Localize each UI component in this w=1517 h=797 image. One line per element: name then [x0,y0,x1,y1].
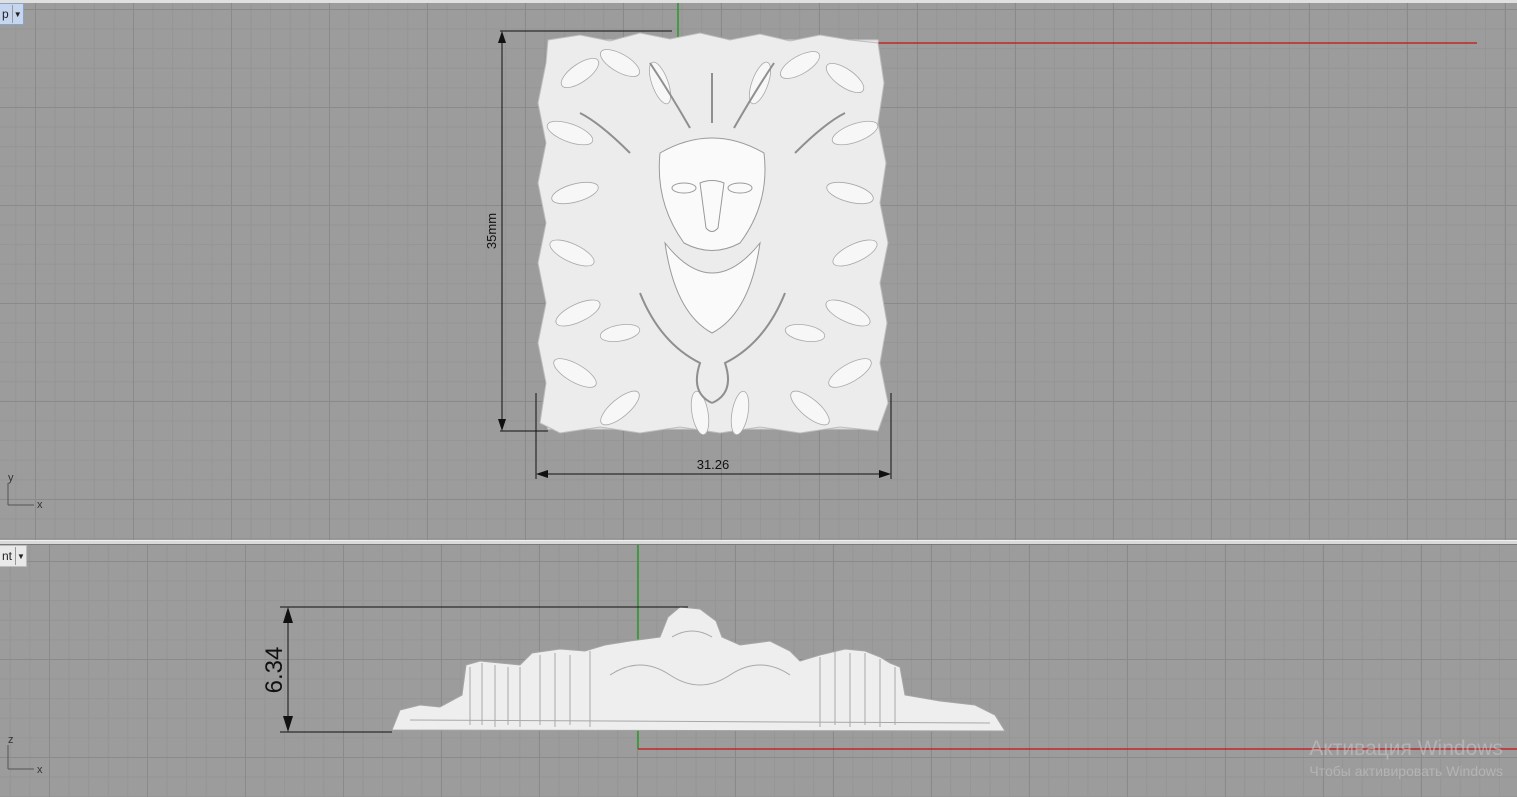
gizmo-y-label: y [8,472,14,484]
gizmo-x-label: x [37,499,43,511]
chevron-down-icon[interactable]: ▼ [15,547,26,565]
axis-gizmo-top: y x [7,472,43,511]
top-viewport[interactable]: 35mm 31.26 y x p ▼ [0,3,1517,540]
watermark-subtitle: Чтобы активировать Windows [1309,763,1503,779]
watermark-title: Активация Windows [1309,737,1503,760]
height-dimension-label: 35mm [484,213,499,249]
top-viewport-title-text: p [2,7,9,21]
front-viewport-title-text: nt [2,549,13,563]
width-dimension-label: 31.26 [697,457,730,472]
gizmo-z-label: z [8,734,14,746]
top-viewport-title[interactable]: p ▼ [0,3,24,25]
depth-dimension-label: 6.34 [261,647,288,694]
front-viewport[interactable]: 6.34 z x nt ▼ [0,545,1517,797]
front-viewport-title[interactable]: nt ▼ [0,545,28,567]
windows-activation-watermark: Активация Windows Чтобы активировать Win… [1309,737,1503,779]
relief-model-front[interactable] [391,606,1006,732]
relief-model-top[interactable] [537,32,889,436]
axis-gizmo-front: z x [7,734,43,776]
top-viewport-canvas: 35mm 31.26 y x [7,3,1477,511]
chevron-down-icon[interactable]: ▼ [11,5,23,23]
gizmo-x-label-front: x [37,764,43,776]
front-viewport-canvas: 6.34 z x [7,545,1517,776]
